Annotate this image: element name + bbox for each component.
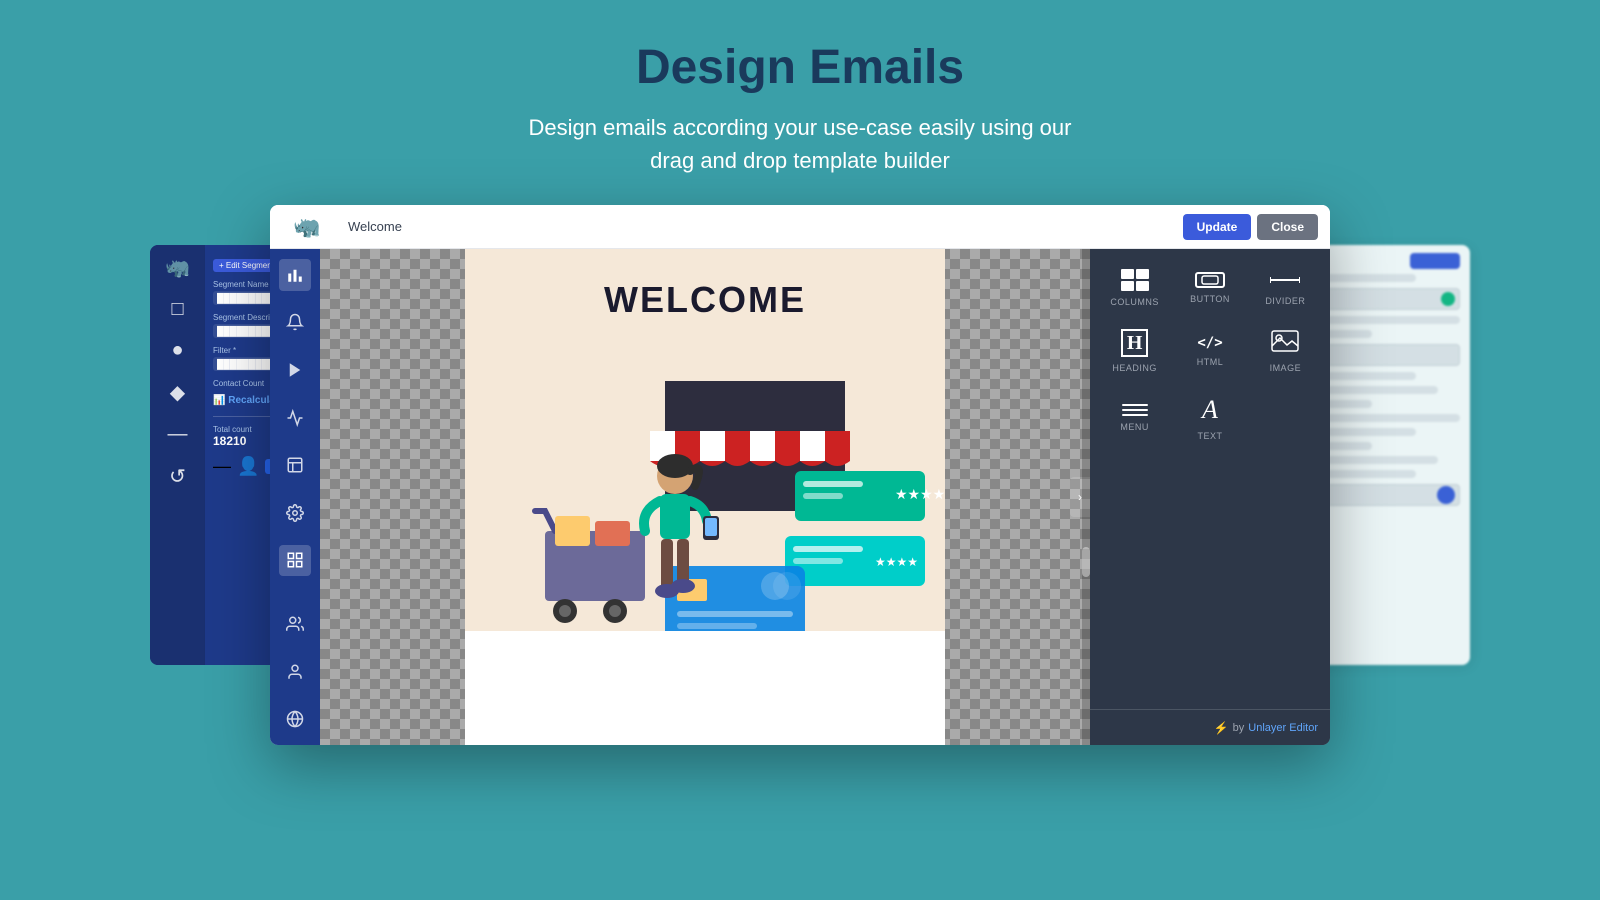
svg-text:★★★★★: ★★★★★ (895, 486, 945, 502)
canvas-scrollbar-thumb (1082, 547, 1090, 577)
block-html-label: HTML (1197, 357, 1224, 367)
page-title: Design Emails (529, 40, 1072, 95)
block-menu[interactable]: MENU (1098, 383, 1171, 449)
email-content: WELCOME (465, 249, 945, 745)
close-button[interactable]: Close (1257, 214, 1318, 240)
unlayer-text: Unlayer Editor (1248, 722, 1318, 734)
page-subtitle: Design emails according your use-case ea… (529, 111, 1072, 177)
nav-icon-globe[interactable] (279, 703, 311, 735)
by-text: by (1233, 722, 1245, 734)
nav-icon-chart[interactable] (279, 402, 311, 434)
editor-left-nav (270, 249, 320, 745)
button-icon (1195, 272, 1225, 288)
nav-icon-arrow[interactable] (279, 354, 311, 386)
right-panel-footer: ⚡ by Unlayer Editor (1090, 709, 1330, 745)
block-menu-label: MENU (1120, 422, 1149, 432)
nav-icon-gear[interactable] (279, 497, 311, 529)
screenshot-wrapper: 🦏 □ ● ◆ — ↺ + Edit Segment Segment Name … (210, 205, 1390, 745)
blocks-panel: COLUMNS BUTTON (1090, 249, 1330, 709)
right-bg-dot-green (1441, 292, 1455, 306)
email-illustration: ★★★★★ ★★★★ (465, 351, 945, 631)
nav-icon-notify[interactable] (279, 307, 311, 339)
editor-body: WELCOME (270, 249, 1330, 745)
editor-topbar: 🦏 Welcome Update Close (270, 205, 1330, 249)
canvas-scrollbar[interactable] (1082, 249, 1090, 745)
sidebar-icon-5: ↺ (169, 464, 186, 489)
left-sidebar: 🦏 □ ● ◆ — ↺ (150, 245, 205, 665)
update-button[interactable]: Update (1183, 214, 1252, 240)
sidebar-icon-3: ◆ (170, 380, 185, 405)
rhino-logo: 🦏 (293, 214, 320, 240)
image-icon (1271, 330, 1299, 357)
block-divider[interactable]: DIVIDER (1249, 257, 1322, 315)
text-icon: A (1202, 395, 1218, 425)
nav-icon-user[interactable] (279, 656, 311, 688)
block-image-label: IMAGE (1270, 363, 1302, 373)
editor-canvas: WELCOME (320, 249, 1090, 745)
block-button[interactable]: BUTTON (1173, 257, 1246, 315)
editor-window: 🦏 Welcome Update Close (270, 205, 1330, 745)
block-text[interactable]: A TEXT (1173, 383, 1246, 449)
logo-area: 🦏 (282, 214, 332, 240)
menu-icon (1122, 404, 1148, 416)
block-heading[interactable]: H HEADING (1098, 317, 1171, 381)
sidebar-icon-1: □ (171, 298, 183, 321)
block-image[interactable]: IMAGE (1249, 317, 1322, 381)
columns-icon (1121, 269, 1149, 291)
lightning-icon: ⚡ (1214, 721, 1229, 735)
blocks-grid: COLUMNS BUTTON (1090, 249, 1330, 457)
email-welcome-header: WELCOME (465, 249, 945, 351)
right-bg-button (1410, 253, 1460, 269)
block-heading-label: HEADING (1112, 363, 1157, 373)
email-welcome-text: WELCOME (485, 279, 925, 321)
block-divider-label: DIVIDER (1265, 296, 1305, 306)
block-html[interactable]: </> HTML (1173, 317, 1246, 381)
page-header: Design Emails Design emails according yo… (529, 0, 1072, 195)
heading-icon: H (1121, 329, 1149, 357)
right-bg-dot-blue (1437, 486, 1455, 504)
home-icon: 🦏 (165, 255, 190, 280)
nav-icon-template[interactable] (279, 449, 311, 481)
sidebar-icon-4: — (168, 423, 188, 446)
divider-icon (1270, 270, 1300, 290)
editor-right-panel: COLUMNS BUTTON (1090, 249, 1330, 745)
block-columns[interactable]: COLUMNS (1098, 257, 1171, 315)
nav-icon-grid[interactable] (279, 545, 311, 577)
block-button-label: BUTTON (1190, 294, 1230, 304)
svg-text:★★★★: ★★★★ (875, 555, 918, 569)
html-icon: </> (1197, 335, 1222, 351)
nav-icon-team[interactable] (279, 608, 311, 640)
sidebar-icon-2: ● (171, 339, 183, 362)
block-text-label: TEXT (1197, 431, 1222, 441)
nav-icon-stats[interactable] (279, 259, 311, 291)
block-columns-label: COLUMNS (1110, 297, 1159, 307)
tab-name: Welcome (332, 219, 418, 234)
